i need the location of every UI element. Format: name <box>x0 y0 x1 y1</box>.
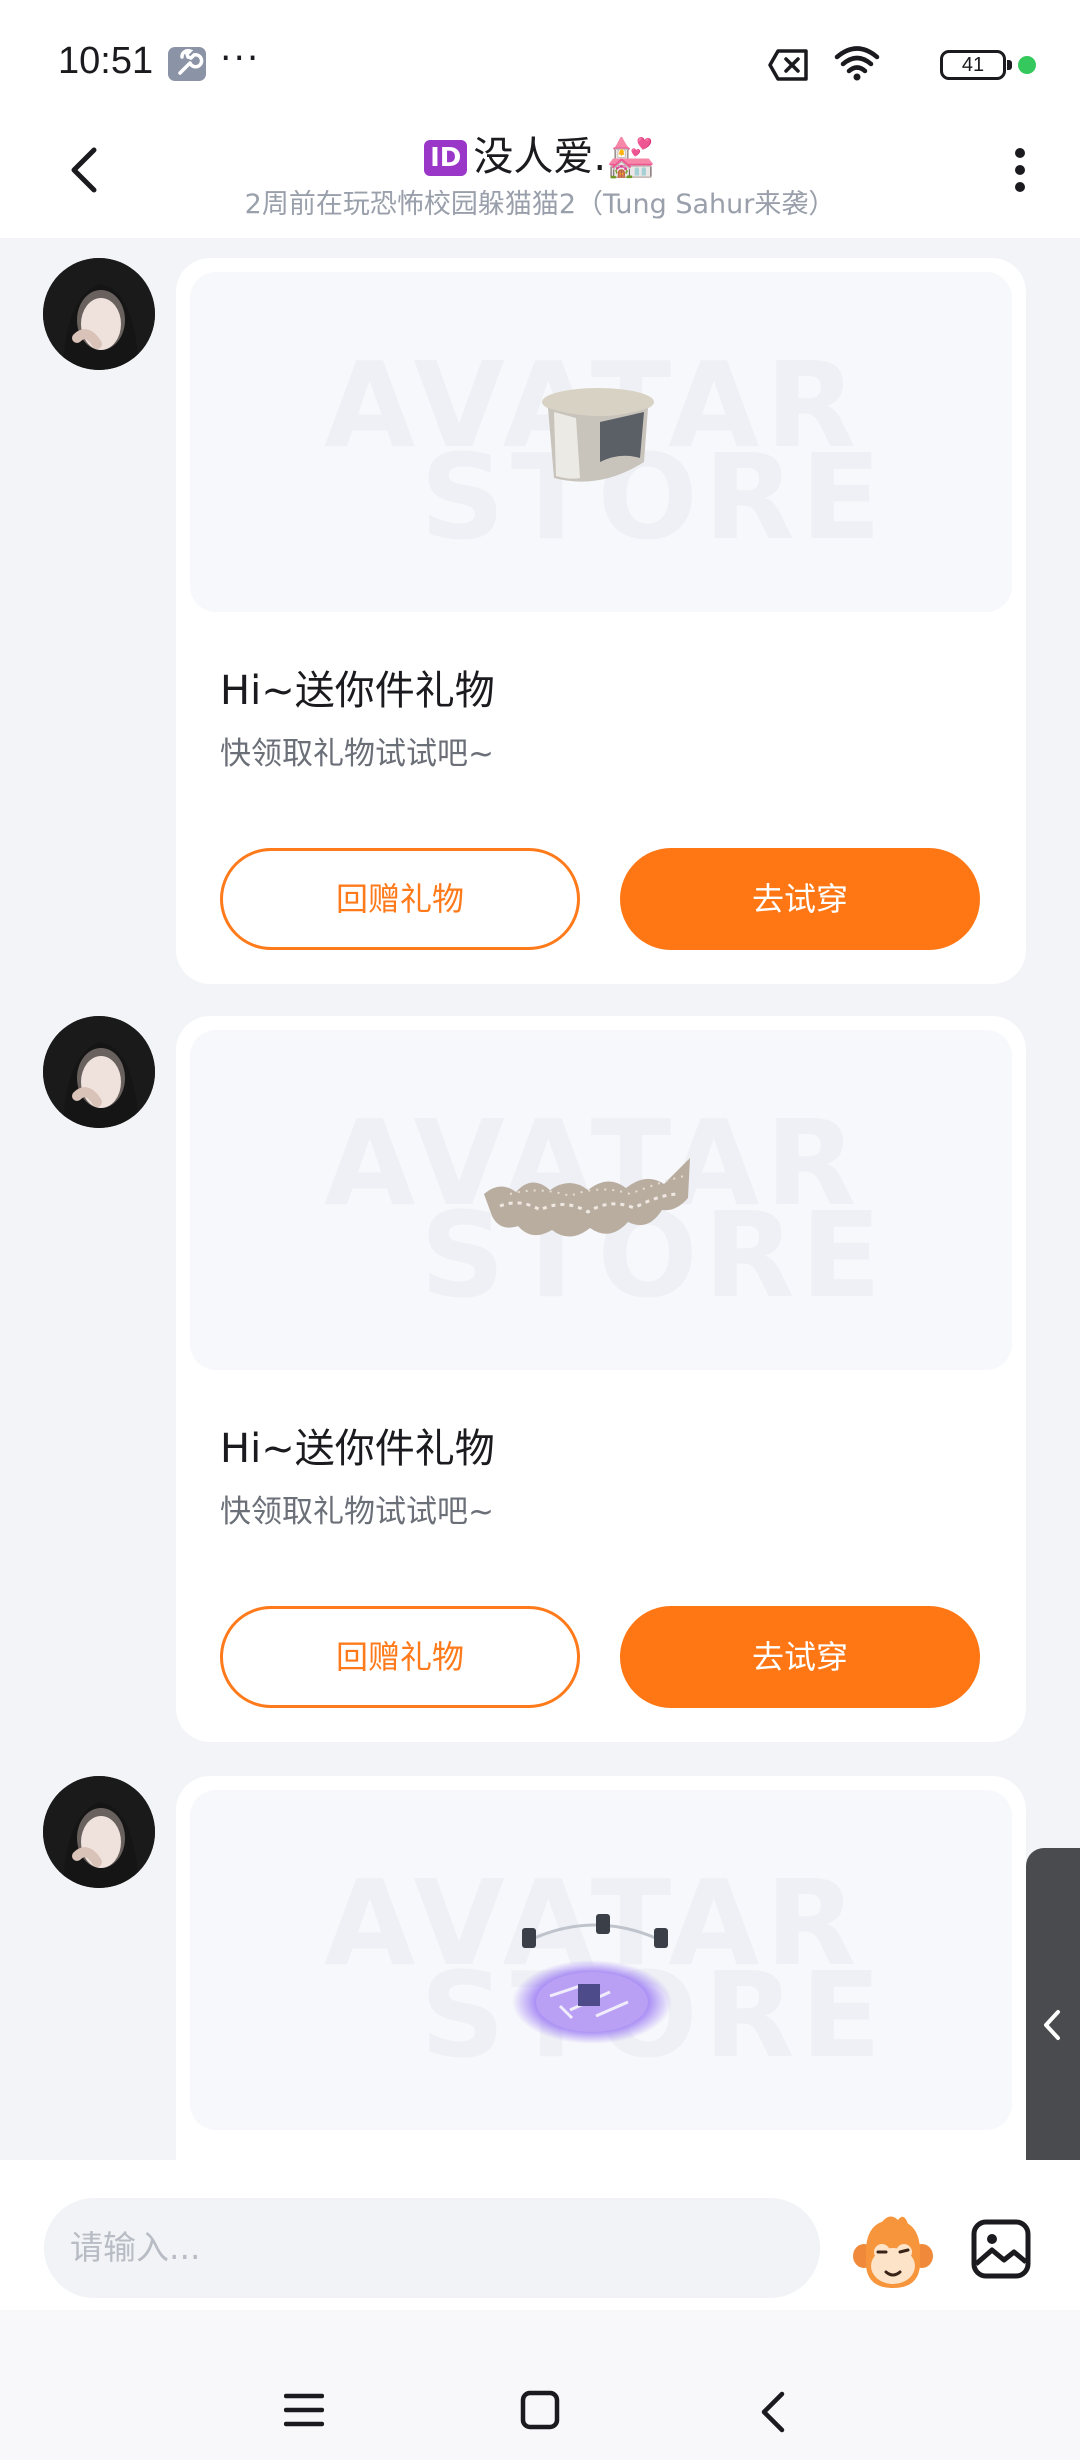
mascot-emoji-button[interactable] <box>852 2212 934 2292</box>
gift-title: Hi~送你件礼物 <box>220 668 495 714</box>
wifi-icon <box>834 46 880 81</box>
side-panel-handle[interactable] <box>1026 1848 1080 2204</box>
status-bar: 10:51 ··· 41 <box>0 0 1080 100</box>
home-square-icon <box>520 2390 560 2430</box>
gift-preview[interactable]: AVATAR STORE <box>190 1030 1012 1370</box>
try-on-button[interactable]: 去试穿 <box>620 1606 980 1708</box>
nav-back-button[interactable] <box>758 2390 788 2434</box>
id-badge: ID <box>424 140 468 176</box>
battery-icon: 41 <box>940 50 1012 80</box>
more-options-button[interactable] <box>1000 142 1040 198</box>
more-dot <box>1015 165 1025 175</box>
avatar[interactable] <box>43 1016 155 1128</box>
gift-card: AVATAR STORE Hi~送你件礼物 快领取礼物试试吧~ 回赠礼物 去试穿 <box>176 1016 1026 1742</box>
monkey-mascot-icon <box>853 2216 933 2288</box>
menu-icon <box>283 2393 325 2427</box>
gift-preview[interactable]: AVATAR STORE <box>190 272 1012 612</box>
glowing-platform-icon <box>512 1914 672 2044</box>
gift-card: AVATAR STORE <box>176 1776 1026 2160</box>
gift-subtitle: 快领取礼物试试吧~ <box>220 1494 494 1530</box>
status-icons: 41 <box>768 44 1036 84</box>
chat-header: ID 没人爱.💒 2周前在玩恐怖校园躲猫猫2（Tung Sahur来袭） <box>0 100 1080 238</box>
hat-icon <box>542 388 654 482</box>
more-status-dots: ··· <box>220 38 261 79</box>
image-button[interactable] <box>970 2218 1032 2280</box>
wrench-icon <box>168 47 206 81</box>
more-dot <box>1015 182 1025 192</box>
avatar[interactable] <box>43 258 155 370</box>
x-box-icon <box>768 49 808 81</box>
green-dot <box>1018 56 1036 74</box>
lace-collar-icon <box>484 1158 690 1237</box>
status-time: 10:51 <box>58 40 154 82</box>
system-nav-bar <box>0 2310 1080 2460</box>
nav-home-button[interactable] <box>520 2390 560 2430</box>
gift-subtitle: 快领取礼物试试吧~ <box>220 736 494 772</box>
chat-messages[interactable]: AVATAR STORE Hi~送你件礼物 快领取礼物试试吧~ 回赠礼物 去试穿… <box>0 238 1080 2160</box>
page-title[interactable]: ID 没人爱.💒 <box>0 124 1080 182</box>
more-dot <box>1015 148 1025 158</box>
try-on-button[interactable]: 去试穿 <box>620 848 980 950</box>
message-input[interactable]: 请输入... <box>44 2198 820 2298</box>
nav-menu-button[interactable] <box>283 2392 325 2428</box>
contact-name: 没人爱.💒 <box>473 134 656 180</box>
gift-card: AVATAR STORE Hi~送你件礼物 快领取礼物试试吧~ 回赠礼物 去试穿 <box>176 258 1026 984</box>
back-arrow-icon <box>761 2391 785 2433</box>
chevron-left-icon <box>1044 2010 1060 2040</box>
gift-title: Hi~送你件礼物 <box>220 1426 495 1472</box>
avatar[interactable] <box>43 1776 155 1888</box>
gift-preview[interactable]: AVATAR STORE <box>190 1790 1012 2130</box>
page-subtitle: 2周前在玩恐怖校园躲猫猫2（Tung Sahur来袭） <box>244 189 836 220</box>
image-icon <box>971 2219 1031 2279</box>
return-gift-button[interactable]: 回赠礼物 <box>220 1606 580 1708</box>
return-gift-button[interactable]: 回赠礼物 <box>220 848 580 950</box>
message-input-bar: 请输入... <box>0 2160 1080 2310</box>
